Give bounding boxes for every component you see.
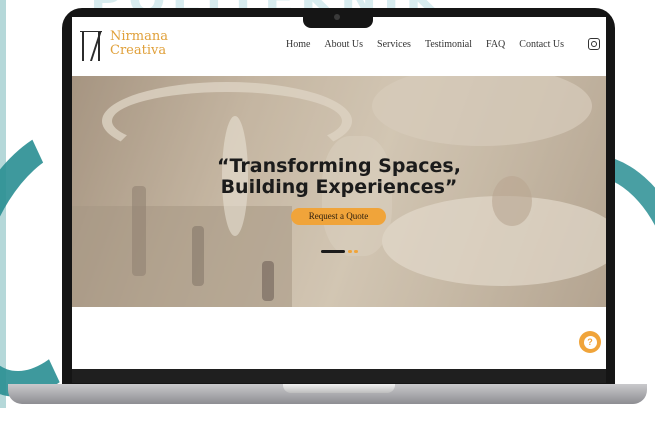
hero-title-line1: “Transforming Spaces, <box>217 155 461 177</box>
logo-icon[interactable] <box>80 31 106 61</box>
camera-notch <box>303 8 373 28</box>
nav-home[interactable]: Home <box>286 39 310 50</box>
brand-name-line1: Nirmana <box>110 29 168 44</box>
help-button[interactable]: ? <box>579 331 601 353</box>
brand-name-line2: Creativa <box>110 43 167 58</box>
background-watermark: POLITEKNIK <box>90 0 610 8</box>
nav-services[interactable]: Services <box>377 39 411 50</box>
hero-title: “Transforming Spaces, Building Experienc… <box>72 156 606 198</box>
laptop-screen: Nirmana Creativa Home About Us Services … <box>72 17 606 369</box>
nav-contact-us[interactable]: Contact Us <box>519 39 564 50</box>
laptop-base-cutout <box>283 384 395 393</box>
brand-logo-text[interactable]: Nirmana Creativa <box>110 30 168 58</box>
nav-testimonial[interactable]: Testimonial <box>425 39 472 50</box>
hero-banner: “Transforming Spaces, Building Experienc… <box>72 76 606 307</box>
screen-bezel-bottom <box>72 369 606 383</box>
main-nav: Home About Us Services Testimonial FAQ C… <box>286 39 564 50</box>
slide-indicator-active[interactable] <box>321 250 345 253</box>
slider-dots <box>321 250 361 254</box>
instagram-icon[interactable] <box>588 38 600 50</box>
camera-icon <box>334 14 340 20</box>
help-icon: ? <box>583 335 597 349</box>
nav-faq[interactable]: FAQ <box>486 39 505 50</box>
hero-title-line2: Building Experiences” <box>220 176 458 198</box>
slide-indicator[interactable] <box>348 250 352 253</box>
slide-indicator[interactable] <box>354 250 358 253</box>
request-quote-button[interactable]: Request a Quote <box>291 208 386 225</box>
nav-about-us[interactable]: About Us <box>324 39 363 50</box>
